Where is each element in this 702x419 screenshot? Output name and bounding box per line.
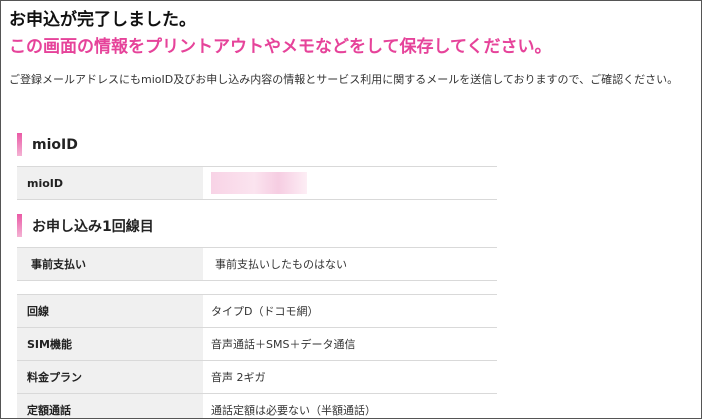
row-label: 回線 <box>17 295 203 327</box>
confirmation-page: お申込が完了しました。 この画面の情報をプリントアウトやメモなどをして保存してく… <box>0 0 702 419</box>
save-instruction: この画面の情報をプリントアウトやメモなどをして保存してください。 <box>9 37 552 57</box>
table-row: mioID <box>17 166 497 200</box>
section-accent-bar <box>17 133 22 156</box>
prepay-table: 事前支払い 事前支払いしたものはない <box>17 247 497 281</box>
line-detail-table: 回線 タイプD（ドコモ網） SIM機能 音声通話＋SMS＋データ通信 料金プラン… <box>17 294 497 418</box>
row-label: mioID <box>17 167 203 199</box>
row-label: 料金プラン <box>17 361 203 393</box>
table-row: 回線 タイプD（ドコモ網） <box>17 294 497 328</box>
section-heading-label: mioID <box>32 136 78 153</box>
row-value: 事前支払いしたものはない <box>215 258 347 271</box>
row-label: 事前支払い <box>17 248 203 280</box>
email-notice: ご登録メールアドレスにもmioID及びお申し込み内容の情報とサービス利用に関する… <box>9 73 679 86</box>
table-row: 事前支払い 事前支払いしたものはない <box>17 247 497 281</box>
table-row: 定額通話 通話定額は必要ない（半額通話） <box>17 394 497 418</box>
section-heading-label: お申し込み1回線目 <box>32 218 154 235</box>
section-heading-mioid: mioID <box>17 133 497 156</box>
row-value: 音声 2ギガ <box>211 371 266 384</box>
row-value: タイプD（ドコモ網） <box>211 305 319 318</box>
redacted-mioid <box>211 172 307 194</box>
row-value: 通話定額は必要ない（半額通話） <box>211 404 376 417</box>
mioid-table: mioID <box>17 166 497 200</box>
table-row: 料金プラン 音声 2ギガ <box>17 361 497 394</box>
section-accent-bar <box>17 214 22 237</box>
row-value: 音声通話＋SMS＋データ通信 <box>211 338 356 351</box>
row-value <box>203 167 497 199</box>
row-label: 定額通話 <box>17 394 203 418</box>
table-row: SIM機能 音声通話＋SMS＋データ通信 <box>17 328 497 361</box>
page-title: お申込が完了しました。 <box>9 10 196 30</box>
section-heading-line1: お申し込み1回線目 <box>17 214 497 237</box>
row-label: SIM機能 <box>17 328 203 360</box>
